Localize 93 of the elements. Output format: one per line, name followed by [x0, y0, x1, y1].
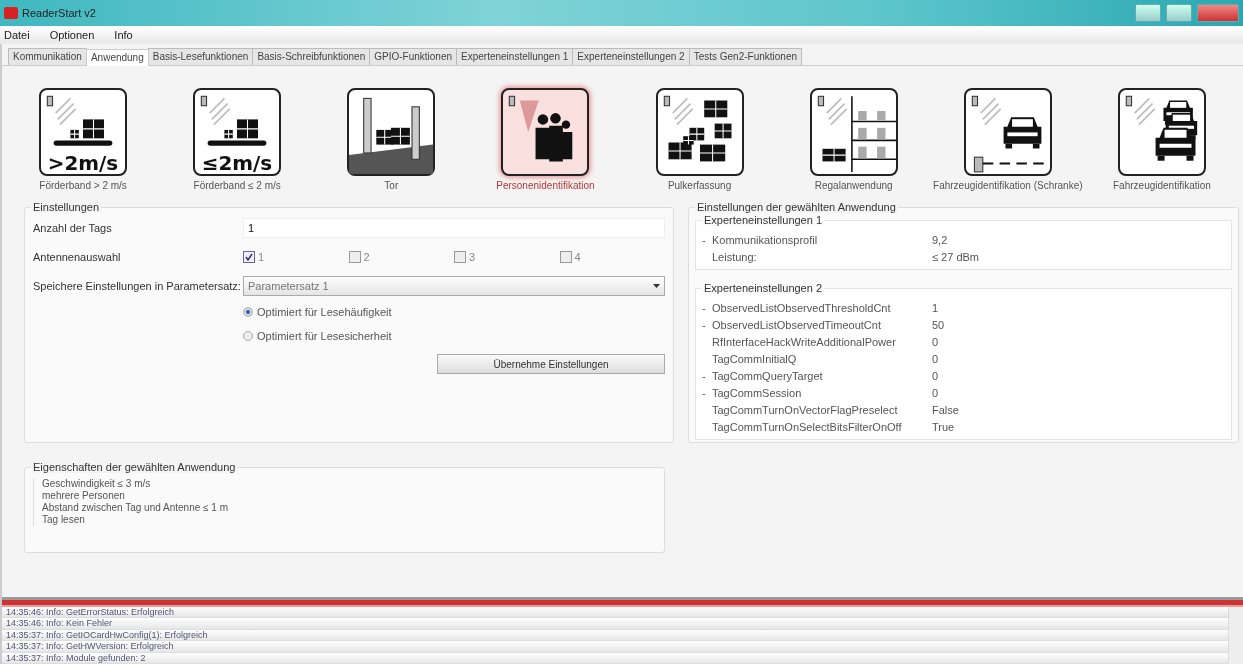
bulk-drawing — [663, 95, 732, 162]
tab[interactable]: Experteneinstellungen 1 — [456, 48, 574, 65]
app-logo-icon — [4, 7, 18, 19]
group-title: Einstellungen der gewählten Anwendung — [695, 201, 898, 213]
application-label: Pulkerfassung — [667, 180, 732, 191]
conveyor-drawing — [200, 95, 267, 146]
checkbox-label: 1 — [258, 251, 265, 263]
setting-value: 50 — [932, 318, 946, 331]
setting-name: TagCommTurnOnSelectBitsFilterOnOff — [712, 420, 903, 433]
group-title: Experteneinstellungen 1 — [702, 214, 825, 226]
setting-name: ObservedListObservedThresholdCnt — [712, 301, 892, 314]
application-label: Fahrzeugidentifikation — [1113, 180, 1211, 191]
setting-value: False — [932, 403, 960, 416]
radio-button[interactable] — [243, 331, 253, 341]
bullet-marker: - — [702, 301, 707, 314]
caret-icon — [653, 284, 660, 288]
radio-label: Optimiert für Lesehäufigkeit — [257, 306, 392, 318]
people-drawing — [509, 95, 573, 162]
tab[interactable]: Kommunikation — [8, 48, 87, 65]
setting-name: RfInterfaceHackWriteAdditionalPower — [712, 335, 897, 348]
setting-value: 0 — [932, 369, 940, 382]
field-label: Antennenauswahl — [33, 251, 122, 263]
checkbox-label: 2 — [363, 251, 370, 263]
tab[interactable]: Tests Gen2-Funktionen — [688, 48, 803, 65]
application-button[interactable]: >2m/s — [39, 88, 128, 176]
parameter-set-dropdown[interactable]: Parametersatz 1 — [243, 276, 665, 296]
property-text: mehrere Personen — [42, 490, 126, 502]
bullet-marker: - — [702, 233, 707, 246]
application-button[interactable] — [963, 88, 1052, 176]
setting-name: ObservedListObservedTimeoutCnt — [712, 318, 882, 331]
property-text: Abstand zwischen Tag und Antenne ≤ 1 m — [42, 502, 229, 514]
field-label: Speichere Einstellungen in Parametersatz: — [33, 280, 242, 292]
tab[interactable]: GPIO-Funktionen — [369, 48, 458, 65]
group-title: Eigenschaften der gewählten Anwendung — [31, 461, 238, 473]
maximize-button[interactable] — [1166, 4, 1192, 22]
setting-name: TagCommInitialQ — [712, 352, 798, 365]
menu-item[interactable]: Optionen — [49, 29, 95, 41]
tab[interactable]: Anwendung — [85, 49, 149, 66]
application-button[interactable] — [1117, 88, 1206, 176]
tab[interactable]: Basis-Schreibfunktionen — [252, 48, 371, 65]
setting-name: TagCommTurnOnVectorFlagPreselect — [712, 403, 899, 416]
setting-name: TagCommSession — [712, 386, 803, 399]
setting-value: 1 — [932, 301, 940, 314]
setting-name: TagCommQueryTarget — [712, 369, 824, 382]
setting-value: 9,2 — [932, 233, 949, 246]
conveyor-drawing — [46, 95, 113, 146]
property-text: Tag lesen — [42, 514, 86, 526]
radio-button[interactable] — [243, 307, 253, 317]
window-title: ReaderStart v2 — [22, 7, 97, 19]
group-title: Einstellungen — [31, 201, 102, 213]
apply-settings-button[interactable]: Übernehme Einstellungen — [437, 354, 665, 374]
tag-count-field[interactable]: 1 — [243, 218, 665, 238]
setting-value: True — [932, 420, 956, 433]
application-label: Regalanwendung — [814, 180, 893, 191]
property-text: Geschwindigkeit ≤ 3 m/s — [42, 478, 152, 490]
tab[interactable]: Experteneinstellungen 2 — [572, 48, 690, 65]
antenna-checkbox[interactable] — [559, 251, 572, 263]
menu-item[interactable]: Info — [114, 29, 133, 41]
field-label: Anzahl der Tags — [33, 222, 113, 234]
group-title: Experteneinstellungen 2 — [702, 282, 825, 294]
checkbox-label: 4 — [574, 251, 581, 263]
close-button[interactable] — [1197, 4, 1239, 22]
application-button[interactable] — [655, 88, 744, 176]
application-label: Personenidentifikation — [496, 180, 595, 191]
application-button[interactable] — [809, 88, 898, 176]
setting-value: 0 — [932, 386, 940, 399]
scrollbar[interactable] — [1228, 606, 1243, 664]
application-button[interactable] — [501, 88, 590, 176]
bullet-marker: - — [702, 386, 707, 399]
application-label: Förderband ≤ 2 m/s — [193, 180, 281, 191]
antenna-checkbox[interactable] — [454, 251, 466, 263]
speed-label: ≤2m/s — [201, 150, 273, 174]
bullet-marker: - — [702, 318, 707, 331]
antenna-checkbox[interactable] — [243, 251, 255, 263]
setting-name: Leistung: — [712, 250, 758, 263]
setting-name: Kommunikationsprofil — [712, 233, 819, 246]
tab[interactable]: Basis-Lesefunktionen — [147, 48, 254, 65]
application-label: Tor — [384, 180, 399, 191]
menu-item[interactable]: Datei — [4, 29, 30, 41]
radio-label: Optimiert für Lesesicherheit — [257, 330, 392, 342]
application-button[interactable] — [347, 88, 436, 176]
minimize-button[interactable] — [1135, 4, 1161, 22]
bullet-marker: - — [702, 369, 707, 382]
antenna-checkbox[interactable] — [348, 251, 361, 263]
checkbox-label: 3 — [469, 251, 476, 263]
setting-value: 0 — [932, 335, 940, 348]
application-button[interactable]: ≤2m/s — [193, 88, 282, 176]
splitter-bar[interactable] — [2, 599, 1243, 607]
application-label: Fahrzeugidentifikation (Schranke) — [933, 180, 1083, 191]
speed-label: >2m/s — [47, 150, 119, 174]
application-label: Förderband > 2 m/s — [39, 180, 127, 191]
setting-value: ≤ 27 dBm — [932, 250, 980, 263]
setting-value: 0 — [932, 352, 940, 365]
